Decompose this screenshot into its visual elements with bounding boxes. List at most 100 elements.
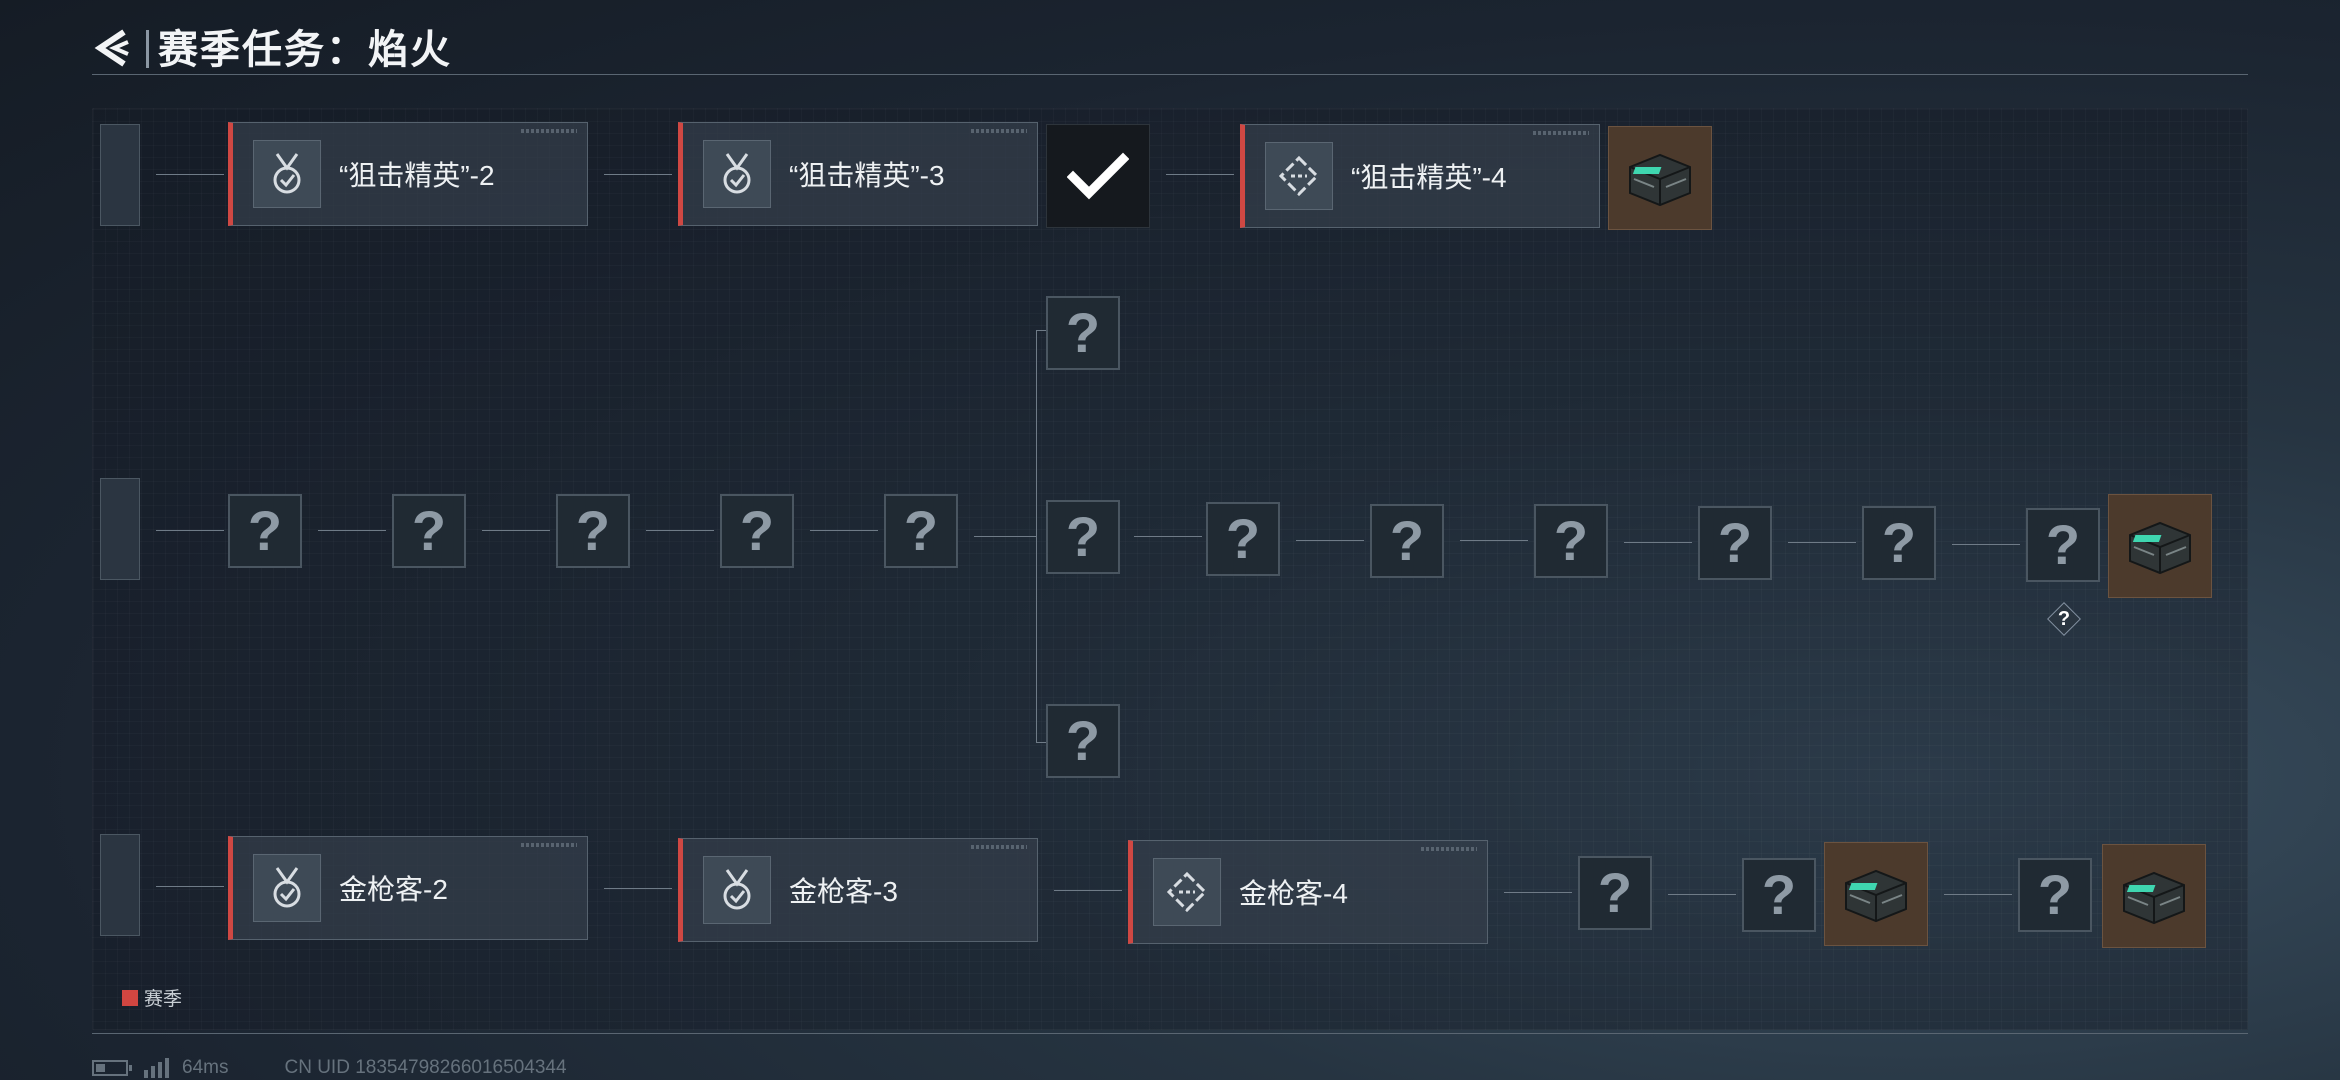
reward-crate[interactable] bbox=[2108, 494, 2212, 598]
unknown-task-node[interactable]: ? bbox=[1698, 506, 1772, 580]
connector-line bbox=[974, 536, 1036, 537]
unknown-task-node[interactable]: ? bbox=[1534, 504, 1608, 578]
unknown-task-node[interactable]: ? bbox=[556, 494, 630, 568]
legend-swatch bbox=[122, 989, 138, 1006]
medal-check-icon bbox=[703, 140, 771, 208]
unknown-task-node[interactable]: ? bbox=[1742, 858, 1816, 932]
unknown-task-node[interactable]: ? bbox=[720, 494, 794, 568]
question-mark-icon: ? bbox=[247, 499, 283, 562]
task-label: “狙击精英”-3 bbox=[789, 160, 945, 191]
connector-line bbox=[1166, 174, 1234, 175]
unknown-branch-node[interactable]: ? bbox=[1046, 296, 1120, 370]
card-decoration bbox=[521, 129, 577, 133]
connector-line bbox=[1036, 330, 1046, 331]
supply-crate-icon bbox=[2129, 521, 2191, 575]
card-decoration bbox=[971, 845, 1027, 849]
legend-label: 赛季 bbox=[144, 989, 183, 1010]
task-card-sniper-3[interactable]: “狙击精英”-3 bbox=[678, 122, 1038, 226]
reward-crate[interactable] bbox=[2102, 844, 2206, 948]
connector-line bbox=[604, 174, 672, 175]
unknown-task-node[interactable]: ? bbox=[228, 494, 302, 568]
question-mark-icon: ? bbox=[1553, 509, 1589, 572]
question-mark-icon: ? bbox=[1065, 709, 1101, 772]
unknown-branch-node[interactable]: ? bbox=[1046, 500, 1120, 574]
question-mark-icon: ? bbox=[1225, 507, 1261, 570]
unknown-branch-node[interactable]: ? bbox=[1046, 704, 1120, 778]
unknown-task-node[interactable]: ? bbox=[1862, 506, 1936, 580]
back-button[interactable] bbox=[90, 26, 134, 70]
supply-crate-icon bbox=[1845, 869, 1907, 923]
unknown-task-node[interactable]: ? bbox=[1370, 504, 1444, 578]
connector-line bbox=[1944, 894, 2012, 895]
diamond-dash-icon bbox=[1265, 142, 1333, 210]
header-divider bbox=[146, 30, 149, 68]
legend: 赛季 bbox=[122, 984, 182, 1011]
page-title: 赛季任务：焰火 bbox=[158, 28, 452, 72]
connector-line bbox=[604, 888, 672, 889]
uid-readout: CN UID 18354798266016504344 bbox=[284, 1057, 567, 1078]
chevron-left-icon bbox=[94, 29, 129, 67]
task-label: 金枪客-3 bbox=[789, 876, 898, 907]
check-icon bbox=[1067, 152, 1129, 200]
task-card-sniper-4[interactable]: “狙击精英”-4 bbox=[1240, 124, 1600, 228]
connector-line bbox=[646, 530, 714, 531]
question-mark-icon: ? bbox=[1065, 505, 1101, 568]
question-mark-icon: ? bbox=[1389, 509, 1425, 572]
row-start-stub bbox=[100, 834, 140, 936]
task-label: 金枪客-2 bbox=[339, 874, 448, 905]
question-mark-icon: ? bbox=[2045, 513, 2081, 576]
question-mark-icon: ? bbox=[1065, 301, 1101, 364]
status-bar: 64ms CN UID 18354798266016504344 bbox=[92, 1056, 567, 1080]
medal-check-icon bbox=[253, 854, 321, 922]
medal-check-icon bbox=[253, 140, 321, 208]
connector-line bbox=[1460, 540, 1528, 541]
connector-line bbox=[156, 174, 224, 175]
question-mark-icon: ? bbox=[2037, 863, 2073, 926]
branch-line bbox=[1036, 330, 1037, 742]
question-mark-icon: ? bbox=[575, 499, 611, 562]
connector-line bbox=[1952, 544, 2020, 545]
diamond-dash-icon bbox=[1153, 858, 1221, 926]
unknown-task-node[interactable]: ? bbox=[1206, 502, 1280, 576]
connector-line bbox=[1624, 542, 1692, 543]
task-card-gunslinger-4[interactable]: 金枪客-4 bbox=[1128, 840, 1488, 944]
card-decoration bbox=[971, 129, 1027, 133]
connector-line bbox=[156, 530, 224, 531]
reward-crate[interactable] bbox=[1824, 842, 1928, 946]
supply-crate-icon bbox=[2123, 871, 2185, 925]
question-mark-icon: ? bbox=[1597, 861, 1633, 924]
task-label: “狙击精英”-2 bbox=[339, 160, 495, 191]
connector-line bbox=[1134, 536, 1202, 537]
connector-line bbox=[1036, 742, 1046, 743]
unknown-task-node[interactable]: ? bbox=[2018, 858, 2092, 932]
reward-crate[interactable] bbox=[1608, 126, 1712, 230]
task-label: 金枪客-4 bbox=[1239, 878, 1348, 909]
task-card-sniper-2[interactable]: “狙击精英”-2 bbox=[228, 122, 588, 226]
connector-line bbox=[482, 530, 550, 531]
connector-line bbox=[1296, 540, 1364, 541]
connector-line bbox=[156, 886, 224, 887]
connector-line bbox=[1788, 542, 1856, 543]
task-card-gunslinger-3[interactable]: 金枪客-3 bbox=[678, 838, 1038, 942]
connector-line bbox=[1504, 892, 1572, 893]
unknown-task-node[interactable]: ? bbox=[392, 494, 466, 568]
question-mark-icon: ? bbox=[903, 499, 939, 562]
footer-rule bbox=[92, 1033, 2248, 1034]
unknown-task-node[interactable]: ? bbox=[884, 494, 958, 568]
question-mark-icon: ? bbox=[1881, 511, 1917, 574]
task-label: “狙击精英”-4 bbox=[1351, 162, 1507, 193]
unknown-task-node[interactable]: ? bbox=[1578, 856, 1652, 930]
task-card-gunslinger-2[interactable]: 金枪客-2 bbox=[228, 836, 588, 940]
row-start-stub bbox=[100, 478, 140, 580]
card-decoration bbox=[521, 843, 577, 847]
connector-line bbox=[318, 530, 386, 531]
row-start-stub bbox=[100, 124, 140, 226]
hint-marker[interactable]: ? bbox=[2047, 602, 2081, 636]
supply-crate-icon bbox=[1629, 153, 1691, 207]
ping-readout: 64ms bbox=[182, 1057, 229, 1078]
unknown-task-node[interactable]: ? bbox=[2026, 508, 2100, 582]
card-decoration bbox=[1533, 131, 1589, 135]
battery-icon bbox=[92, 1060, 132, 1076]
question-mark-icon: ? bbox=[1717, 511, 1753, 574]
connector-line bbox=[1668, 894, 1736, 895]
